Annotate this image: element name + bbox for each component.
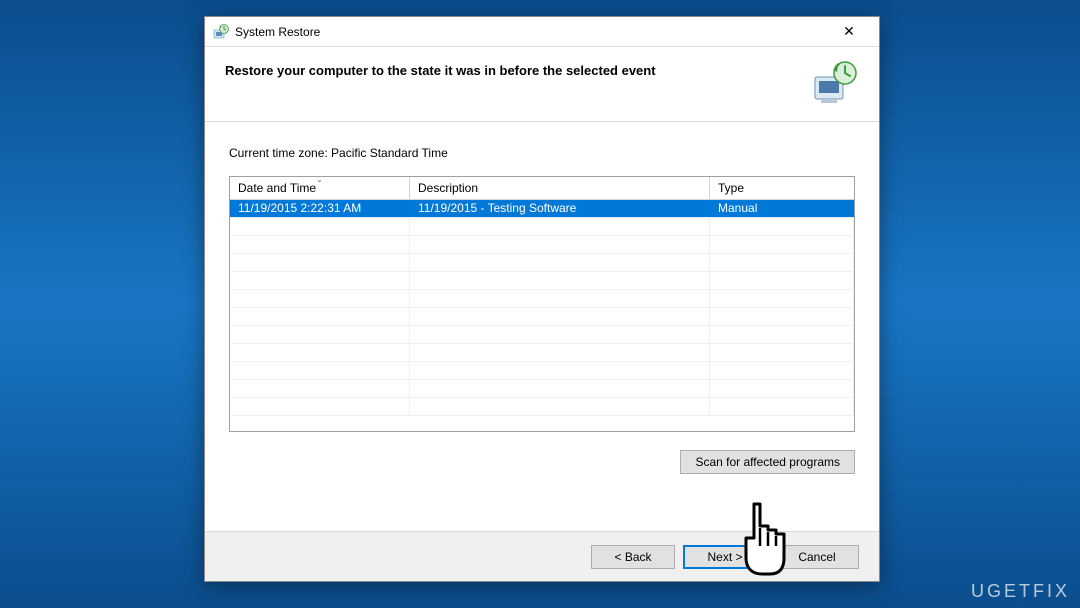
system-restore-icon	[213, 24, 229, 40]
column-header-datetime[interactable]: ⌄ Date and Time	[230, 177, 410, 199]
window-title: System Restore	[235, 25, 827, 39]
table-row	[230, 362, 854, 380]
table-row[interactable]: 11/19/2015 2:22:31 AM 11/19/2015 - Testi…	[230, 200, 854, 218]
column-header-description[interactable]: Description	[410, 177, 710, 199]
table-body: 11/19/2015 2:22:31 AM 11/19/2015 - Testi…	[230, 200, 854, 430]
table-row	[230, 326, 854, 344]
table-row	[230, 308, 854, 326]
close-icon: ✕	[843, 23, 855, 40]
column-header-type[interactable]: Type	[710, 177, 854, 199]
close-button[interactable]: ✕	[827, 18, 871, 46]
sort-descending-icon: ⌄	[316, 175, 323, 184]
restore-points-table: ⌄ Date and Time Description Type 11/19/2…	[229, 176, 855, 432]
scan-affected-programs-button[interactable]: Scan for affected programs	[680, 450, 855, 474]
table-row	[230, 344, 854, 362]
cell-datetime: 11/19/2015 2:22:31 AM	[230, 200, 410, 217]
wizard-body: Current time zone: Pacific Standard Time…	[205, 122, 879, 484]
titlebar[interactable]: System Restore ✕	[205, 17, 879, 47]
wizard-footer: < Back Next > Cancel	[205, 531, 879, 581]
table-row	[230, 254, 854, 272]
next-button[interactable]: Next >	[683, 545, 767, 569]
cell-description: 11/19/2015 - Testing Software	[410, 200, 710, 217]
table-row	[230, 272, 854, 290]
wizard-heading: Restore your computer to the state it wa…	[225, 59, 799, 78]
cancel-button[interactable]: Cancel	[775, 545, 859, 569]
wizard-header: Restore your computer to the state it wa…	[205, 47, 879, 122]
table-row	[230, 290, 854, 308]
cell-type: Manual	[710, 200, 854, 217]
timezone-label: Current time zone: Pacific Standard Time	[229, 146, 855, 160]
back-button[interactable]: < Back	[591, 545, 675, 569]
table-row	[230, 380, 854, 398]
table-row	[230, 218, 854, 236]
restore-large-icon	[811, 59, 859, 107]
watermark: UGETFIX	[971, 581, 1070, 602]
table-row	[230, 236, 854, 254]
table-row	[230, 398, 854, 416]
system-restore-window: System Restore ✕ Restore your computer t…	[204, 16, 880, 582]
table-header: ⌄ Date and Time Description Type	[230, 177, 854, 200]
